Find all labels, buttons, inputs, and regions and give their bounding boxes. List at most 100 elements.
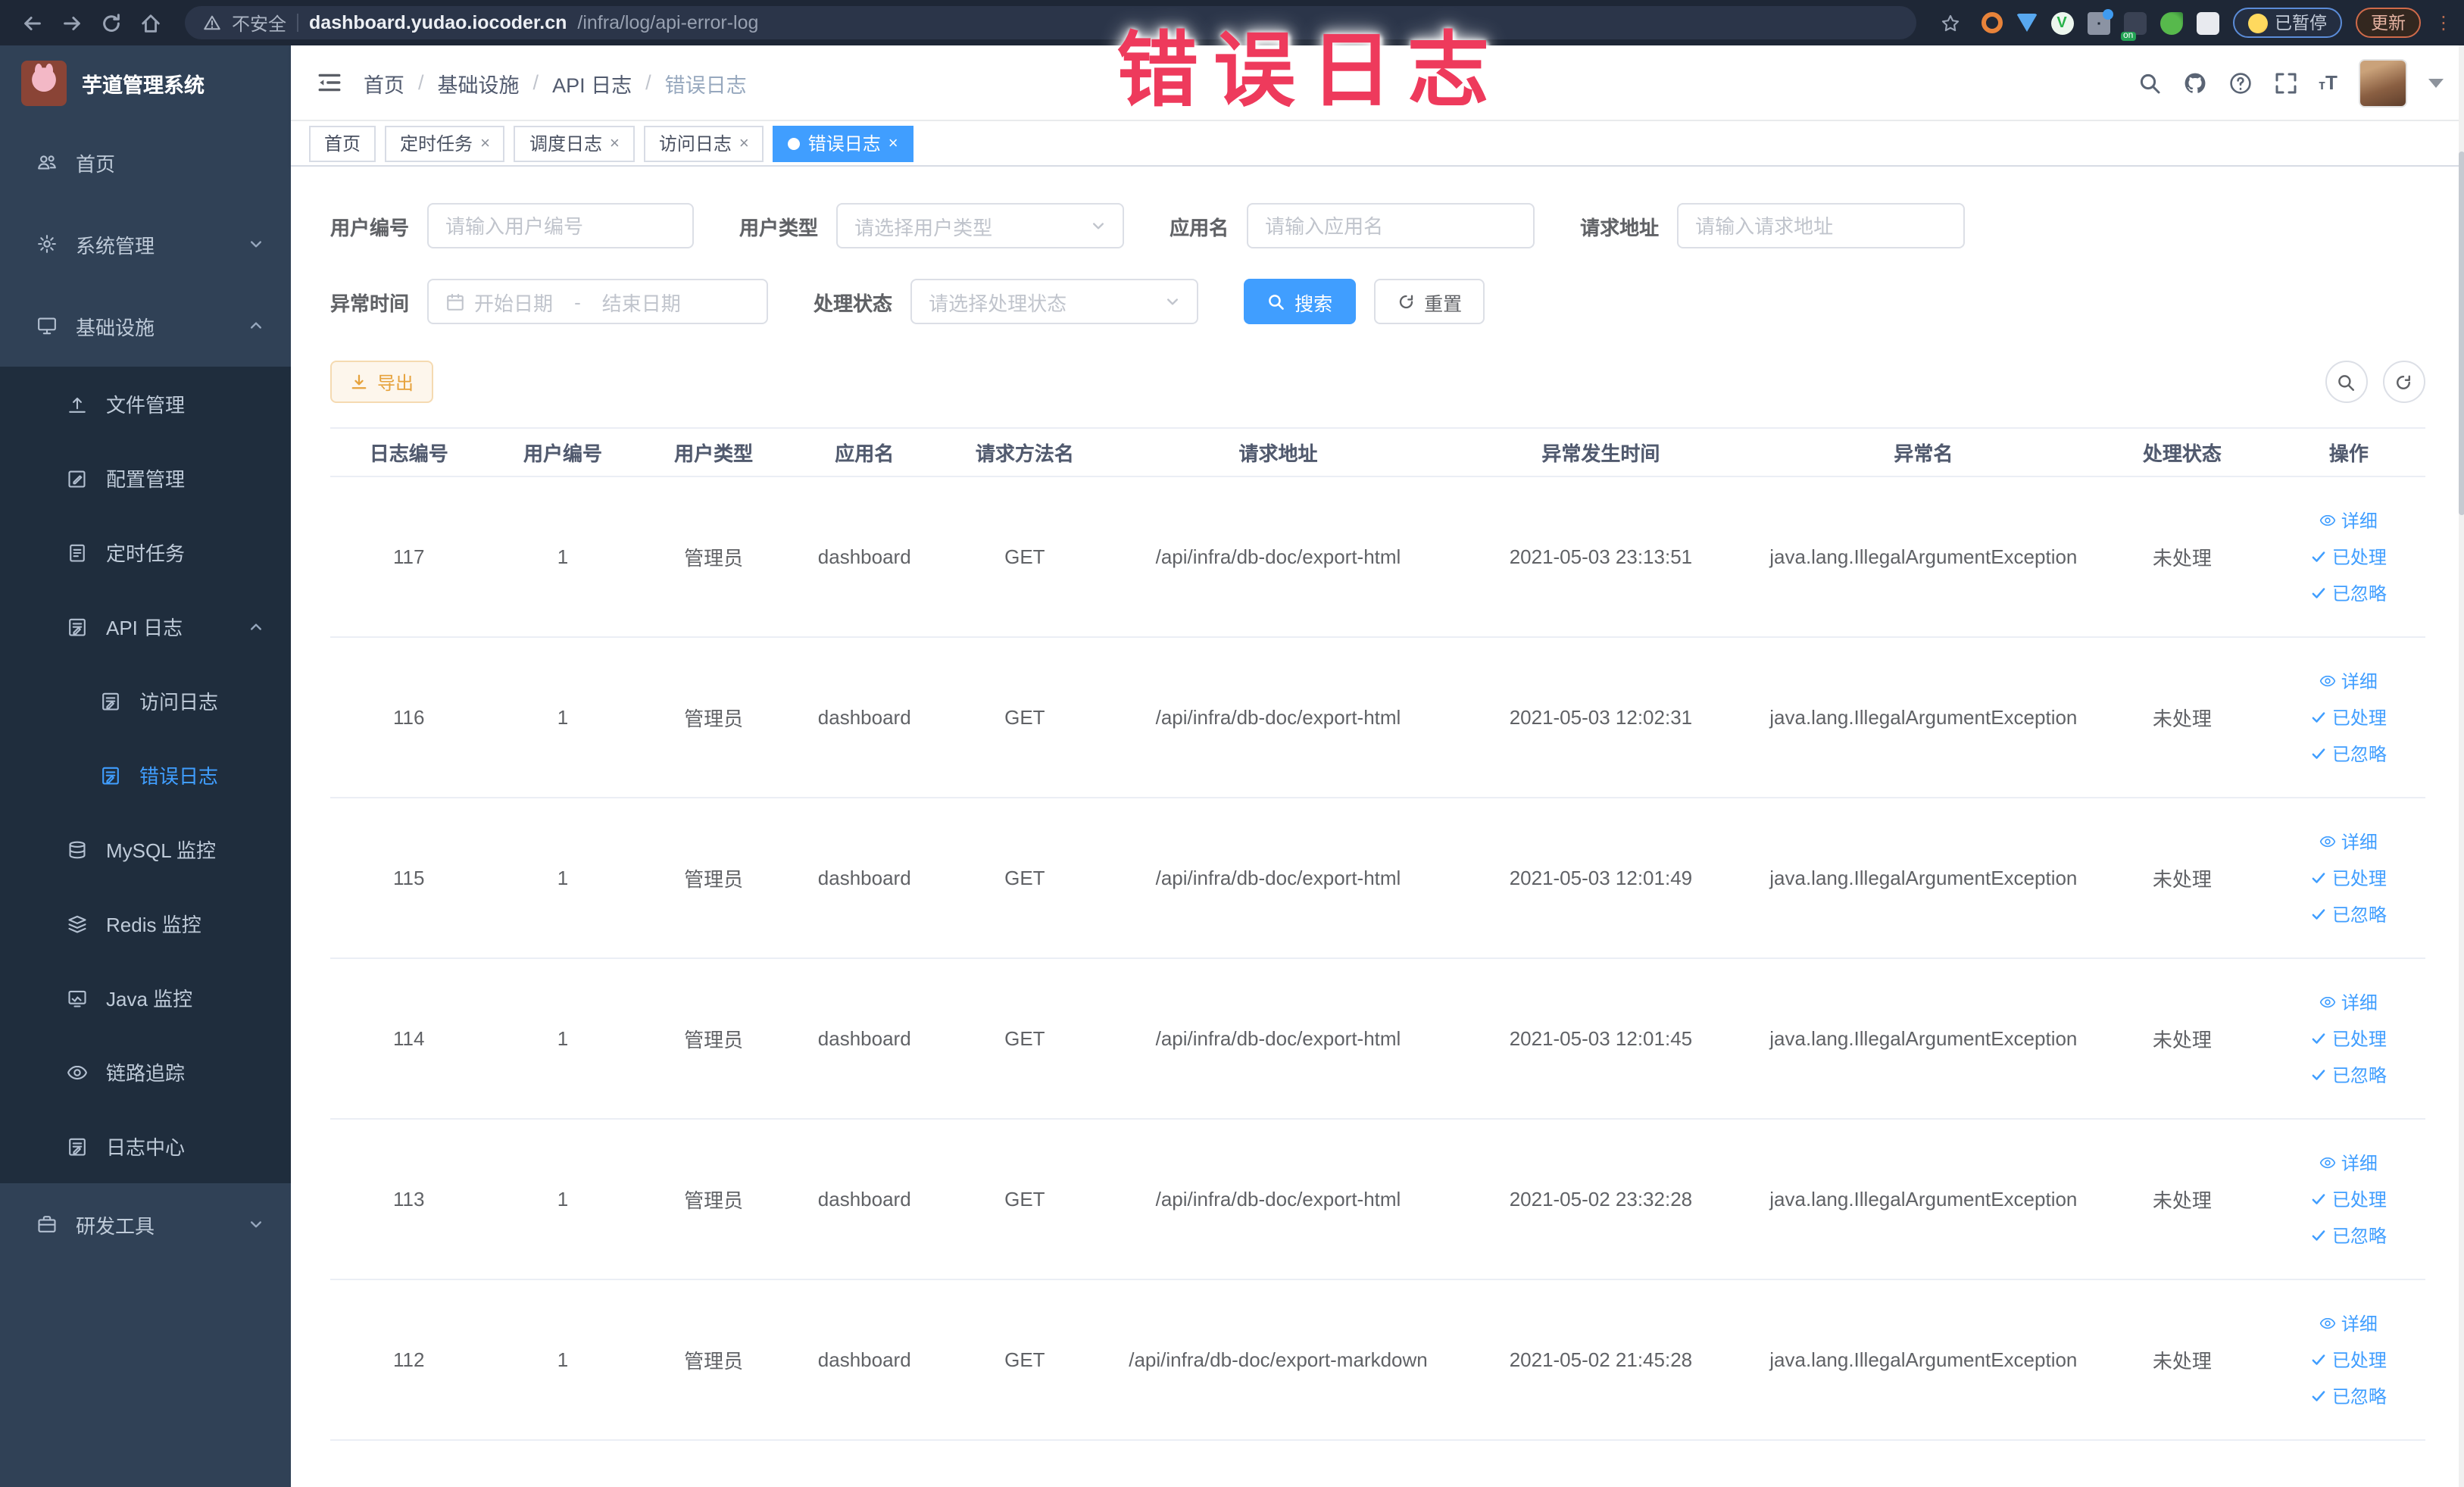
close-icon[interactable]: × [480, 134, 490, 152]
log-icon [100, 764, 121, 786]
ext-puzzle-white-icon[interactable] [2196, 11, 2219, 34]
sidebar-item-java[interactable]: Java 监控 [0, 961, 291, 1035]
sidebar-item-mysql[interactable]: MySQL 监控 [0, 812, 291, 886]
reset-button[interactable]: 重置 [1373, 279, 1485, 324]
browser-back-icon[interactable] [15, 6, 48, 39]
browser-menu-icon[interactable]: ⋮ [2434, 13, 2453, 31]
cell-url: /api/infra/db-doc/export-html [1109, 476, 1447, 638]
tab-error-log[interactable]: 错误日志 × [773, 125, 913, 161]
processed-action-link[interactable]: 已处理 [2311, 544, 2387, 570]
action-label: 详细 [2341, 1314, 2378, 1335]
help-icon[interactable] [2228, 70, 2252, 95]
detail-action-link[interactable]: 详细 [2320, 1310, 2378, 1336]
close-icon[interactable]: × [610, 134, 620, 152]
sidebar-item-dev-tools[interactable]: 研发工具 [0, 1183, 291, 1265]
window-scrollbar[interactable] [2459, 45, 2464, 1487]
ignored-action-link[interactable]: 已忽略 [2311, 1223, 2387, 1248]
browser-reload-icon[interactable] [94, 6, 127, 39]
app-name-input[interactable] [1247, 203, 1535, 248]
detail-action-link[interactable]: 详细 [2320, 668, 2378, 694]
processed-action-link[interactable]: 已处理 [2311, 1186, 2387, 1212]
sidebar-item-api-log[interactable]: API 日志 [0, 589, 291, 664]
bookmark-star-icon[interactable] [1934, 6, 1967, 39]
filter-user-id: 用户编号 [330, 203, 695, 248]
processed-action-link[interactable]: 已处理 [2311, 704, 2387, 730]
sidebar-item-file[interactable]: 文件管理 [0, 367, 291, 441]
ext-badge-on-icon[interactable] [2120, 11, 2146, 40]
browser-home-icon[interactable] [133, 6, 167, 39]
ext-grid-blue-icon[interactable] [2087, 8, 2113, 34]
url-path: /infra/log/api-error-log [577, 12, 759, 33]
sidebar-item-label: 系统管理 [76, 234, 155, 257]
toggle-search-button[interactable] [2325, 361, 2368, 403]
fullscreen-icon[interactable] [2273, 70, 2297, 95]
breadcrumb-home[interactable]: 首页 [364, 67, 404, 98]
tab-home[interactable]: 首页 [309, 125, 376, 161]
sidebar-item-trace[interactable]: 链路追踪 [0, 1035, 291, 1109]
font-size-icon[interactable]: тT [2319, 71, 2338, 94]
ignored-action-link[interactable]: 已忽略 [2311, 1062, 2387, 1088]
browser-forward-icon[interactable] [55, 6, 88, 39]
ignored-action-link[interactable]: 已忽略 [2311, 1383, 2387, 1409]
sidebar-item-error-log[interactable]: 错误日志 [0, 738, 291, 812]
tab-job[interactable]: 定时任务 × [385, 125, 505, 161]
tab-access-log[interactable]: 访问日志 × [643, 125, 764, 161]
detail-action-link[interactable]: 详细 [2320, 989, 2378, 1015]
user-avatar[interactable] [2358, 58, 2407, 107]
sidebar-menu: 首页系统管理基础设施 文件管理 配置管理 定时任务 API 日志 访问日志错误日志 MySQ… [0, 121, 291, 1265]
ext-drop-blue-icon[interactable] [2016, 14, 2037, 32]
cell-app_name: dashboard [789, 1279, 940, 1441]
cell-user_id: 1 [487, 958, 639, 1120]
cell-user_type: 管理员 [638, 958, 789, 1120]
sidebar-logo-row[interactable]: 芋道管理系统 [0, 45, 291, 121]
sidebar-item-system[interactable]: 系统管理 [0, 203, 291, 285]
processed-action-link[interactable]: 已处理 [2311, 865, 2387, 891]
update-button[interactable]: 更新 [2356, 8, 2421, 38]
avatar-caret-icon[interactable] [2428, 78, 2444, 87]
sidebar-item-config[interactable]: 配置管理 [0, 441, 291, 515]
process-status-select[interactable]: 请选择处理状态 [910, 279, 1199, 324]
search-button[interactable]: 搜索 [1244, 279, 1356, 324]
search-icon[interactable] [2137, 70, 2161, 95]
processed-action-link[interactable]: 已处理 [2311, 1026, 2387, 1051]
ext-leaf-green-icon[interactable] [2160, 11, 2182, 34]
tab-schedule-log[interactable]: 调度日志 × [514, 125, 635, 161]
detail-action-link[interactable]: 详细 [2320, 829, 2378, 854]
paused-pill-button[interactable]: 已暂停 [2232, 8, 2342, 38]
address-bar[interactable]: 不安全 dashboard.yudao.iocoder.cn/infra/log… [185, 6, 1916, 39]
sidebar-item-job[interactable]: 定时任务 [0, 515, 291, 589]
github-icon[interactable] [2182, 70, 2206, 95]
cell-actions: 详细 已处理 已忽略 [2272, 798, 2425, 959]
close-icon[interactable]: × [739, 134, 749, 152]
sidebar-item-access-log[interactable]: 访问日志 [0, 664, 291, 738]
detail-action-link[interactable]: 详细 [2320, 508, 2378, 533]
close-icon[interactable]: × [888, 134, 898, 152]
cell-method: GET [939, 798, 1110, 959]
sidebar-item-redis[interactable]: Redis 监控 [0, 886, 291, 961]
breadcrumb-api-log[interactable]: API 日志 [552, 67, 632, 98]
user-type-select[interactable]: 请选择用户类型 [836, 203, 1125, 248]
ext-circle-green-icon[interactable]: V [2050, 11, 2073, 34]
breadcrumb-infra[interactable]: 基础设施 [438, 67, 520, 98]
table-row: 114 1 管理员 dashboard GET/api/infra/db-doc/exp… [330, 958, 2425, 1120]
sidebar-item-label: Redis 监控 [106, 914, 201, 936]
cell-app_name: dashboard [789, 476, 940, 638]
ext-ring-orange-icon[interactable] [1981, 12, 2002, 33]
ignored-action-link[interactable]: 已忽略 [2311, 901, 2387, 927]
scrollbar-thumb[interactable] [2459, 152, 2464, 515]
sidebar-item-log-center[interactable]: 日志中心 [0, 1109, 291, 1183]
sidebar-item-label: 错误日志 [139, 765, 219, 788]
export-button[interactable]: 导出 [330, 361, 434, 403]
sidebar-toggle-icon[interactable] [306, 60, 351, 105]
sidebar-item-home[interactable]: 首页 [0, 121, 291, 203]
date-range-picker[interactable]: 开始日期 - 结束日期 [427, 279, 769, 324]
user-id-input[interactable] [427, 203, 695, 248]
ignored-action-link[interactable]: 已忽略 [2311, 580, 2387, 606]
processed-action-link[interactable]: 已处理 [2311, 1347, 2387, 1373]
detail-action-link[interactable]: 详细 [2320, 1150, 2378, 1176]
ignored-action-link[interactable]: 已忽略 [2311, 741, 2387, 767]
action-label: 详细 [2341, 511, 2378, 532]
sidebar-item-infra[interactable]: 基础设施 [0, 285, 291, 367]
refresh-table-button[interactable] [2382, 361, 2425, 403]
request-url-input[interactable] [1677, 203, 1966, 248]
